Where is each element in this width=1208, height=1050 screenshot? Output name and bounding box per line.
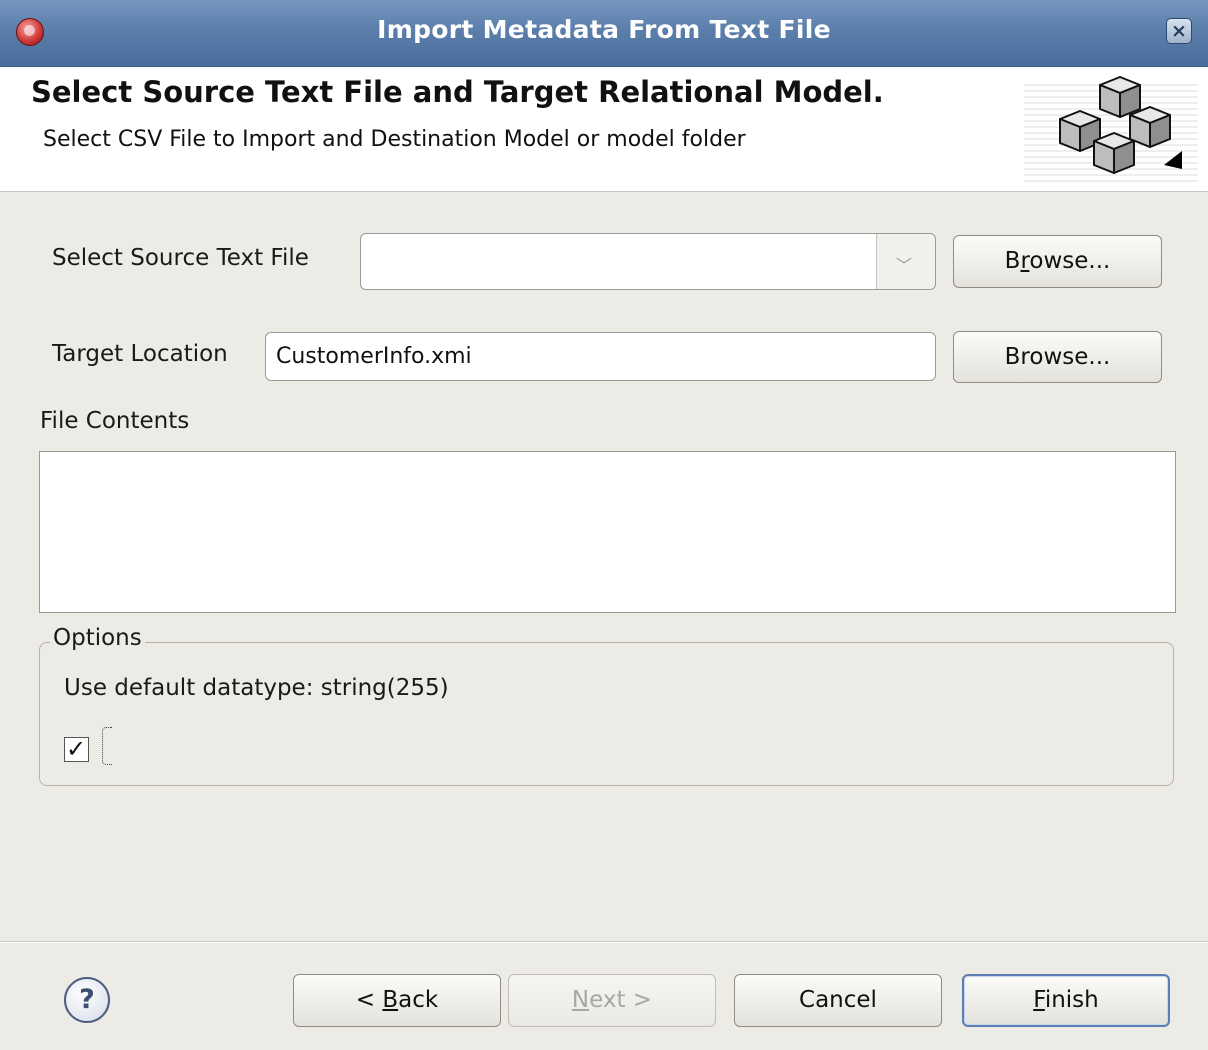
footer-separator <box>0 941 1208 943</box>
banner-subheading: Select CSV File to Import and Destinatio… <box>43 127 746 152</box>
file-contents-label: File Contents <box>40 408 190 434</box>
target-location-input[interactable] <box>266 333 935 380</box>
finish-button[interactable]: Finish <box>962 974 1170 1027</box>
browse-source-button[interactable]: Browse... <box>953 235 1162 288</box>
browse-target-button[interactable]: Browse... <box>953 331 1162 383</box>
default-datatype-checkbox[interactable]: ✓ <box>64 735 89 763</box>
title-bar: Import Metadata From Text File × <box>0 0 1208 67</box>
window-title: Import Metadata From Text File <box>377 15 831 44</box>
import-metadata-dialog: Import Metadata From Text File × Select … <box>0 0 1208 1050</box>
options-group <box>39 642 1174 786</box>
checkmark-icon: ✓ <box>66 735 87 763</box>
chevron-down-icon[interactable]: ﹀ <box>876 234 935 289</box>
options-group-title: Options <box>50 625 145 651</box>
help-icon[interactable]: ? <box>64 977 110 1023</box>
target-location-field[interactable] <box>265 332 936 381</box>
target-location-label: Target Location <box>52 341 228 367</box>
cancel-button[interactable]: Cancel <box>734 974 942 1027</box>
focus-ring <box>102 727 112 765</box>
next-button[interactable]: Next > <box>508 974 716 1027</box>
default-datatype-label: Use default datatype: string(255) <box>64 675 449 701</box>
source-file-combo[interactable]: ﹀ <box>360 233 936 290</box>
banner-heading: Select Source Text File and Target Relat… <box>31 75 884 109</box>
stacked-cubes-icon <box>1024 76 1198 182</box>
file-contents-area[interactable] <box>39 451 1176 613</box>
back-button[interactable]: < Back <box>293 974 501 1027</box>
wizard-banner: Select Source Text File and Target Relat… <box>0 67 1208 192</box>
source-file-label: Select Source Text File <box>52 245 309 271</box>
close-icon[interactable]: × <box>1166 18 1192 44</box>
